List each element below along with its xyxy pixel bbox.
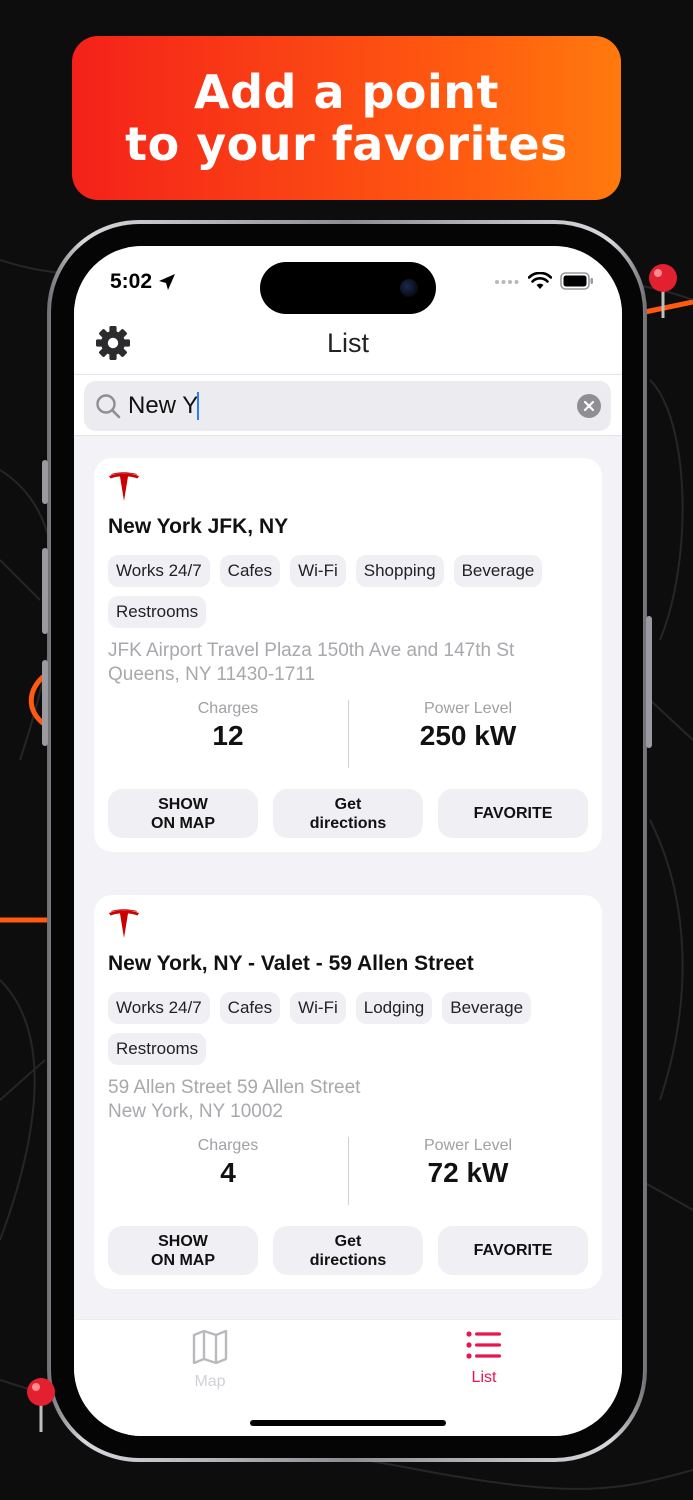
amenity-tags: Works 24/7 Cafes Wi-Fi Lodging Beverage … (108, 992, 594, 1065)
tab-list[interactable]: List (424, 1330, 544, 1387)
power-button (646, 616, 652, 748)
volume-down-button (42, 660, 48, 746)
promo-banner: Add a point to your favorites (72, 36, 621, 200)
amenity-tag: Lodging (355, 992, 433, 1024)
search-area (74, 374, 622, 436)
charges-stat: Charges 4 (108, 1137, 348, 1189)
card-address: 59 Allen Street 59 Allen Street New York… (108, 1076, 588, 1124)
amenity-tag: Shopping (355, 555, 444, 587)
card-title: New York JFK, NY (108, 515, 289, 538)
power-label: Power Level (423, 1137, 513, 1154)
clock: 5:02 (110, 270, 153, 293)
charges-stat: Charges 12 (108, 700, 348, 752)
phone-screen: 5:02 List New Y New York JFK, NY Works 2… (74, 246, 622, 1436)
charges-value: 12 (212, 720, 244, 751)
wifi-icon (528, 272, 552, 289)
search-icon (96, 394, 121, 419)
power-stat: Power Level 250 kW (348, 700, 588, 752)
get-directions-button[interactable]: Get directions (273, 1226, 423, 1275)
favorite-button[interactable]: FAVORITE (438, 1226, 588, 1275)
action-button (42, 460, 48, 504)
volume-up-button (42, 548, 48, 634)
search-box[interactable] (84, 381, 611, 431)
charges-label: Charges (197, 1137, 259, 1154)
power-value: 72 kW (427, 1157, 509, 1188)
address-line-2: New York, NY 10002 (108, 1101, 283, 1122)
list-icon (466, 1331, 501, 1359)
status-time: 5:02 (110, 270, 176, 294)
map-pin-icon (649, 264, 677, 318)
amenity-tag: Cafes (219, 555, 281, 587)
amenity-tag: Restrooms (108, 1033, 207, 1065)
navigation-bar: List (74, 316, 622, 374)
search-input[interactable] (128, 392, 198, 420)
charges-value: 4 (220, 1157, 236, 1188)
map-pin-icon (27, 1378, 55, 1432)
get-directions-button[interactable]: Get directions (273, 789, 423, 838)
banner-title: Add a point to your favorites (125, 66, 568, 170)
battery-icon (560, 272, 593, 290)
banner-line-2: to your favorites (125, 117, 568, 171)
amenity-tag: Beverage (453, 555, 543, 587)
card-stats: Charges 12 Power Level 250 kW (108, 700, 588, 768)
card-actions: SHOW ON MAP Get directions FAVORITE (108, 789, 588, 838)
address-line-2: Queens, NY 11430-1711 (108, 664, 316, 685)
card-stats: Charges 4 Power Level 72 kW (108, 1137, 588, 1205)
card-title: New York, NY - Valet - 59 Allen Street (108, 952, 474, 975)
close-icon (583, 400, 595, 412)
charger-card: New York JFK, NY Works 24/7 Cafes Wi-Fi … (94, 458, 602, 852)
page-title: List (326, 328, 370, 358)
card-actions: SHOW ON MAP Get directions FAVORITE (108, 1226, 588, 1275)
show-on-map-button[interactable]: SHOW ON MAP (108, 1226, 258, 1275)
power-label: Power Level (423, 700, 513, 717)
tab-map-label: Map (194, 1373, 226, 1390)
tab-map[interactable]: Map (150, 1329, 270, 1391)
home-indicator (250, 1420, 446, 1426)
address-line-1: 59 Allen Street 59 Allen Street (108, 1077, 361, 1098)
map-icon (192, 1329, 228, 1365)
amenity-tag: Cafes (219, 992, 281, 1024)
address-line-1: JFK Airport Travel Plaza 150th Ave and 1… (108, 640, 515, 661)
text-caret (197, 392, 199, 420)
charges-label: Charges (197, 700, 259, 717)
power-stat: Power Level 72 kW (348, 1137, 588, 1189)
tesla-logo-icon (109, 472, 139, 501)
amenity-tag: Wi-Fi (290, 555, 346, 587)
amenity-tag: Beverage (442, 992, 532, 1024)
tesla-logo-icon (109, 909, 139, 938)
power-value: 250 kW (419, 720, 517, 751)
clear-search-button[interactable] (577, 394, 601, 418)
amenity-tags: Works 24/7 Cafes Wi-Fi Shopping Beverage… (108, 555, 594, 628)
status-bar: 5:02 (74, 246, 622, 316)
charger-card: New York, NY - Valet - 59 Allen Street W… (94, 895, 602, 1289)
front-camera (400, 279, 418, 297)
dynamic-island (260, 262, 436, 314)
amenity-tag: Works 24/7 (108, 992, 210, 1024)
location-arrow-icon (159, 274, 176, 290)
amenity-tag: Restrooms (108, 596, 207, 628)
favorite-button[interactable]: FAVORITE (438, 789, 588, 838)
show-on-map-button[interactable]: SHOW ON MAP (108, 789, 258, 838)
banner-line-1: Add a point (193, 65, 500, 119)
amenity-tag: Works 24/7 (108, 555, 210, 587)
status-icons (494, 272, 594, 290)
cellular-signal-icon (495, 280, 519, 284)
amenity-tag: Wi-Fi (290, 992, 346, 1024)
tab-bar: Map List (74, 1319, 622, 1436)
tab-list-label: List (471, 1369, 497, 1386)
card-address: JFK Airport Travel Plaza 150th Ave and 1… (108, 639, 588, 687)
